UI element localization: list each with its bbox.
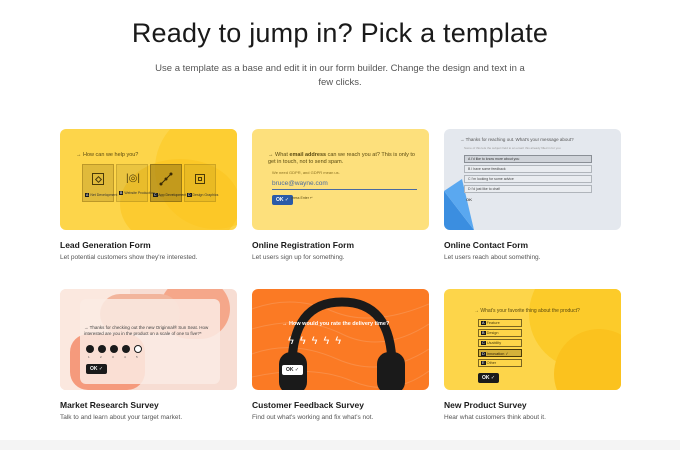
frame-icon bbox=[195, 174, 205, 184]
preview-option-d: D Design Graphics bbox=[184, 164, 219, 202]
card-description: Let users sign up for something. bbox=[252, 254, 345, 261]
template-card-market-research[interactable]: → Thanks for checking out the new Origin… bbox=[60, 289, 237, 421]
preview-option-b: B Design bbox=[478, 329, 522, 337]
template-preview-market-research[interactable]: → Thanks for checking out the new Origin… bbox=[60, 289, 237, 390]
ok-button: OK ✓ bbox=[272, 195, 294, 205]
card-description: Find out what's working and fix what's n… bbox=[252, 414, 374, 421]
option-label: Other bbox=[486, 361, 497, 365]
preview-option-c: C Usability bbox=[478, 339, 522, 347]
question-bold-text: email address bbox=[289, 152, 327, 158]
preview-option-a: A Net Development bbox=[82, 164, 118, 202]
template-preview-new-product[interactable]: → What's your favorite thing about the p… bbox=[444, 289, 621, 390]
template-card-lead-generation[interactable]: → How can we help you? A Net Development… bbox=[60, 129, 237, 261]
option-label: Net Development bbox=[90, 193, 118, 197]
preview-question: → Thanks for checking out the new Origin… bbox=[84, 325, 209, 336]
preview-option-b: |◎| B Website Production bbox=[116, 164, 155, 202]
preview-option-e: E Other bbox=[478, 359, 522, 367]
email-field: bruce@wayne.com bbox=[272, 180, 417, 190]
option-label: I have some feedback bbox=[471, 167, 506, 171]
preview-option-a: A I'd like to know more about you bbox=[464, 155, 592, 163]
scale-option-5 bbox=[134, 345, 142, 353]
option-label: I'd like to know more about you bbox=[471, 157, 520, 161]
template-preview-customer-feedback[interactable]: → How would you rate the delivery time? … bbox=[252, 289, 429, 390]
option-key: A bbox=[85, 193, 90, 197]
template-preview-online-contact[interactable]: → Thanks for reaching out. What's your m… bbox=[444, 129, 621, 230]
scale-option-3 bbox=[110, 345, 118, 353]
option-key: D bbox=[481, 352, 486, 356]
option-key: C bbox=[481, 341, 486, 345]
preview-question: → What email address can we reach you at… bbox=[268, 152, 418, 166]
page-title: Ready to jump in? Pick a template bbox=[131, 18, 549, 48]
scale-option-2 bbox=[98, 345, 106, 353]
preview-question: → Thanks for reaching out. What's your m… bbox=[460, 137, 574, 142]
template-card-online-contact[interactable]: → Thanks for reaching out. What's your m… bbox=[444, 129, 621, 261]
option-key: D bbox=[468, 187, 471, 191]
page-subtitle: Use a template as a base and edit it in … bbox=[155, 63, 525, 88]
diamond-icon bbox=[92, 173, 104, 185]
option-key: E bbox=[481, 361, 486, 365]
press-enter-hint: press Enter ↵ bbox=[291, 196, 313, 200]
footer-band bbox=[0, 440, 680, 450]
preview-option-a: A Feature bbox=[478, 319, 522, 327]
card-description: Talk to and learn about your target mark… bbox=[60, 414, 183, 421]
option-label: App Development bbox=[158, 193, 187, 197]
preview-question: → How would you rate the delivery time? bbox=[282, 321, 390, 327]
card-title[interactable]: Lead Generation Form bbox=[60, 240, 237, 250]
nodes-icon bbox=[159, 172, 173, 186]
card-title[interactable]: Customer Feedback Survey bbox=[252, 400, 429, 410]
scale-label-4: 4 bbox=[124, 355, 126, 359]
lightning-rating-icons: ϟϟϟϟϟ bbox=[288, 335, 348, 347]
preview-option-d: D I'd just like to chat! bbox=[464, 185, 592, 193]
scale-option-1 bbox=[86, 345, 94, 353]
option-label: Design bbox=[486, 331, 499, 335]
scale-label-1: 1 bbox=[88, 355, 90, 359]
option-label: Feature bbox=[486, 321, 500, 325]
preview-question: → What's your favorite thing about the p… bbox=[474, 308, 580, 314]
option-key: C bbox=[153, 193, 158, 197]
template-preview-online-registration[interactable]: → What email address can we reach you at… bbox=[252, 129, 429, 230]
option-key: B bbox=[481, 331, 486, 335]
card-description: Let users reach about something. bbox=[444, 254, 541, 261]
card-title[interactable]: Market Research Survey bbox=[60, 400, 237, 410]
preview-option-b: B I have some feedback bbox=[464, 165, 592, 173]
template-card-customer-feedback[interactable]: → How would you rate the delivery time? … bbox=[252, 289, 429, 421]
option-key: B bbox=[468, 167, 471, 171]
option-label: I'm looking for some advice bbox=[471, 177, 514, 181]
option-key: C bbox=[468, 177, 471, 181]
card-title[interactable]: New Product Survey bbox=[444, 400, 621, 410]
scale-label-3: 3 bbox=[112, 355, 114, 359]
ok-label: OK bbox=[466, 197, 472, 202]
preview-question: → How can we help you? bbox=[76, 152, 139, 158]
template-card-new-product[interactable]: → What's your favorite thing about the p… bbox=[444, 289, 621, 421]
question-text: → What bbox=[268, 152, 290, 158]
option-key: A bbox=[481, 321, 486, 325]
card-description: Hear what customers think about it. bbox=[444, 414, 546, 421]
ok-button: OK ✓ bbox=[86, 364, 108, 374]
card-description: Let potential customers show they're int… bbox=[60, 254, 198, 261]
option-label: Usability bbox=[486, 341, 502, 345]
scale-label-2: 2 bbox=[100, 355, 102, 359]
card-title[interactable]: Online Contact Form bbox=[444, 240, 621, 250]
option-key: D bbox=[187, 193, 192, 197]
check-icon: ✓ bbox=[505, 352, 509, 356]
scale-label-5: 5 bbox=[136, 355, 138, 359]
preview-hint: Some of this lets the subject field to a… bbox=[464, 146, 561, 150]
preview-option-c: C App Development bbox=[150, 164, 186, 202]
ok-button: OK ✓ bbox=[478, 373, 500, 383]
preview-option-c: C I'm looking for some advice bbox=[464, 175, 592, 183]
option-key: A bbox=[468, 157, 471, 161]
ok-button: OK ✓ bbox=[282, 365, 304, 375]
card-title[interactable]: Online Registration Form bbox=[252, 240, 429, 250]
option-label: I'd just like to chat! bbox=[471, 187, 501, 191]
audio-icon: |◎| bbox=[126, 173, 140, 184]
preview-hint: We need GDPR, and GDPR mean us. bbox=[272, 170, 340, 175]
option-key: B bbox=[119, 191, 124, 195]
scale-option-4 bbox=[122, 345, 130, 353]
template-preview-lead-generation[interactable]: → How can we help you? A Net Development… bbox=[60, 129, 237, 230]
option-label: Innovation bbox=[486, 352, 505, 356]
option-label: Design Graphics bbox=[192, 193, 219, 197]
preview-option-d-selected: D Innovation ✓ bbox=[478, 349, 522, 357]
template-card-online-registration[interactable]: → What email address can we reach you at… bbox=[252, 129, 429, 261]
